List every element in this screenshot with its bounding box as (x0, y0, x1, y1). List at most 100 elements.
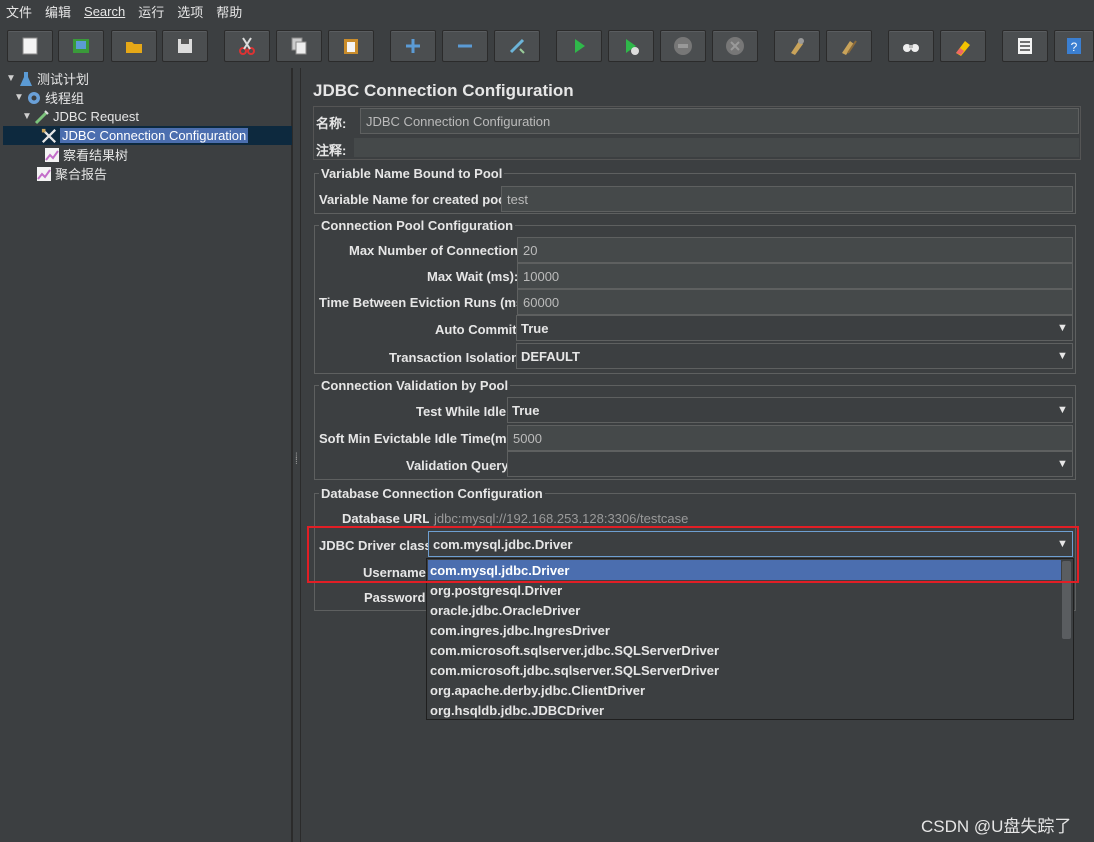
crossed-tools-icon (41, 128, 57, 144)
menu-options[interactable]: 选项 (177, 2, 203, 21)
name-input[interactable]: JDBC Connection Configuration (360, 108, 1079, 134)
plus-icon (406, 39, 420, 53)
test-plan-icon (18, 71, 34, 87)
dropdown-option[interactable]: oracle.jdbc.OracleDriver (428, 600, 1061, 620)
eviction-runs-label: Time Between Eviction Runs (ms): (319, 295, 532, 310)
reset-search-button[interactable] (940, 30, 986, 62)
folder-icon (126, 42, 142, 53)
comment-input[interactable] (354, 138, 1079, 157)
list-icon (1018, 38, 1032, 54)
chart-icon (44, 147, 60, 163)
svg-text:?: ? (1071, 40, 1078, 54)
function-helper-button[interactable] (1002, 30, 1048, 62)
dropdown-option[interactable]: org.apache.derby.jdbc.ClientDriver (428, 680, 1061, 700)
menu-search[interactable]: Search (84, 4, 125, 19)
tree-item-label: JDBC Request (53, 109, 139, 124)
clear-button[interactable] (774, 30, 820, 62)
scissors-icon (239, 37, 255, 55)
max-connections-label: Max Number of Connections: (349, 243, 530, 258)
split-pane-divider[interactable]: ⁞ ⁞ (292, 68, 301, 842)
tree-item-jdbc-connection-config[interactable]: JDBC Connection Configuration (3, 126, 292, 145)
stop-icon (674, 37, 692, 55)
name-label: 名称: (316, 116, 347, 131)
password-label: Password: (364, 590, 430, 605)
templates-button[interactable] (58, 30, 104, 62)
transaction-isolation-label: Transaction Isolation: (389, 350, 524, 365)
copy-button[interactable] (276, 30, 322, 62)
menu-edit[interactable]: 编辑 (45, 2, 71, 21)
tree-item-label: 线程组 (45, 91, 85, 106)
new-button[interactable] (7, 30, 53, 62)
expand-triangle-icon[interactable]: ▼ (6, 73, 16, 84)
cut-button[interactable] (224, 30, 270, 62)
max-connections-input[interactable]: 20 (517, 237, 1073, 263)
toggle-button[interactable] (494, 30, 540, 62)
dropdown-option[interactable]: org.hsqldb.jdbc.JDBCDriver (428, 700, 1061, 720)
play-no-timer-icon (626, 39, 639, 55)
chevron-down-icon[interactable]: ▼ (1052, 344, 1072, 368)
tree-item-label: JDBC Connection Configuration (60, 128, 249, 143)
watermark: CSDN @U盘失踪了 (921, 817, 1072, 836)
group-legend: Variable Name Bound to Pool (319, 166, 505, 181)
group-legend: Connection Validation by Pool (319, 378, 511, 393)
auto-commit-label: Auto Commit: (435, 322, 521, 337)
dropdown-option[interactable]: com.microsoft.jdbc.sqlserver.SQLServerDr… (428, 660, 1061, 680)
tree-item-aggregate-report[interactable]: 聚合报告 (36, 164, 107, 183)
minus-icon (458, 44, 472, 48)
menu-file[interactable]: 文件 (6, 2, 32, 21)
tree-item-thread-group[interactable]: ▼ 线程组 (14, 88, 84, 107)
eviction-runs-input[interactable]: 60000 (517, 289, 1073, 315)
test-while-idle-select[interactable]: True ▼ (507, 397, 1073, 423)
group-legend: Connection Pool Configuration (319, 218, 516, 233)
tree-item-test-plan[interactable]: ▼ 测试计划 (6, 69, 89, 88)
highlight-annotation-box (307, 526, 1079, 583)
connection-pool-group: Connection Pool Configuration Max Number… (314, 218, 1076, 374)
collapse-button[interactable] (442, 30, 488, 62)
save-button[interactable] (162, 30, 208, 62)
soft-min-idle-label: Soft Min Evictable Idle Time(ms): (319, 431, 523, 446)
save-icon (178, 39, 192, 53)
help-button[interactable]: ? (1054, 30, 1094, 62)
dropdown-option[interactable]: com.ingres.jdbc.IngresDriver (428, 620, 1061, 640)
database-url-label: Database URL: (342, 511, 435, 526)
expand-triangle-icon[interactable]: ▼ (22, 111, 32, 122)
paste-icon (344, 39, 358, 54)
variable-name-group: Variable Name Bound to Pool Variable Nam… (314, 166, 1076, 214)
expand-triangle-icon[interactable]: ▼ (14, 92, 24, 103)
tree-item-label: 聚合报告 (55, 167, 108, 182)
paste-button[interactable] (328, 30, 374, 62)
chevron-down-icon[interactable]: ▼ (1052, 452, 1072, 476)
tree-item-view-results-tree[interactable]: 察看结果树 (44, 145, 128, 164)
expand-button[interactable] (390, 30, 436, 62)
chevron-down-icon[interactable]: ▼ (1052, 316, 1072, 340)
search-button[interactable] (888, 30, 934, 62)
transaction-isolation-value: DEFAULT (521, 348, 580, 364)
broom-gear-icon (791, 38, 804, 55)
validation-query-select[interactable]: ▼ (507, 451, 1073, 477)
validation-query-label: Validation Query: (406, 458, 513, 473)
tree-item-jdbc-request[interactable]: ▼ JDBC Request (22, 107, 139, 126)
auto-commit-select[interactable]: True ▼ (516, 315, 1073, 341)
menu-help[interactable]: 帮助 (216, 2, 242, 21)
binoculars-icon (903, 44, 919, 52)
tree-item-label: 察看结果树 (63, 148, 129, 163)
clear-all-button[interactable] (826, 30, 872, 62)
max-wait-input[interactable]: 10000 (517, 263, 1073, 289)
dropdown-option[interactable]: org.postgresql.Driver (428, 580, 1061, 600)
test-plan-tree: ▼ 测试计划 ▼ 线程组 ▼ JDBC Request JDBC Connect… (3, 68, 292, 842)
open-button[interactable] (111, 30, 157, 62)
dropdown-option[interactable]: com.microsoft.sqlserver.jdbc.SQLServerDr… (428, 640, 1061, 660)
pipette-icon (34, 109, 50, 125)
toolbar: ? (0, 26, 1094, 66)
pool-variable-input[interactable]: test (501, 186, 1073, 212)
stop-button[interactable] (660, 30, 706, 62)
start-button[interactable] (556, 30, 602, 62)
soft-min-idle-input[interactable]: 5000 (507, 425, 1073, 451)
help-icon: ? (1067, 38, 1081, 54)
shutdown-button[interactable] (712, 30, 758, 62)
chevron-down-icon[interactable]: ▼ (1052, 398, 1072, 422)
start-no-pauses-button[interactable] (608, 30, 654, 62)
pool-variable-label: Variable Name for created pool: (319, 192, 515, 207)
transaction-isolation-select[interactable]: DEFAULT ▼ (516, 343, 1073, 369)
menu-run[interactable]: 运行 (138, 2, 164, 21)
